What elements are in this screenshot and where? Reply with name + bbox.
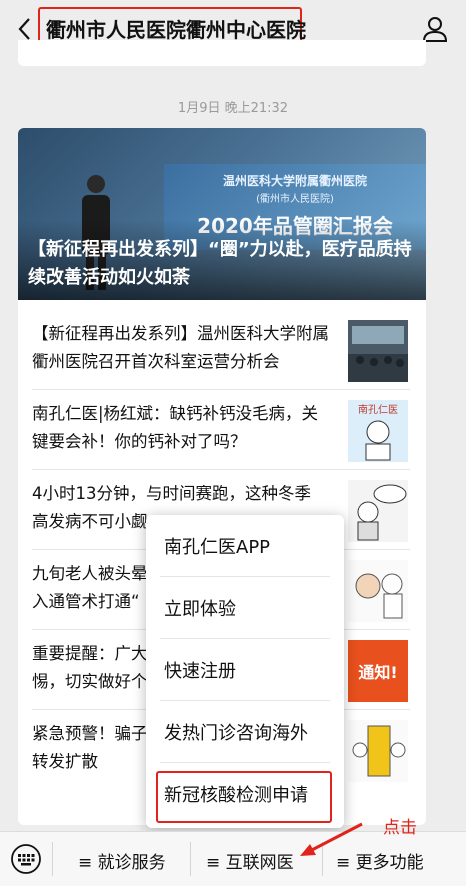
menu-item-label: 快速注册 — [164, 661, 236, 682]
menu-item-fever-clinic[interactable]: 发热门诊咨询海外 — [146, 701, 344, 763]
article-title-line: 键要会补！你的钙补对了吗？ — [32, 432, 247, 451]
article-item[interactable]: 【新征程再出发系列】温州医科大学附属 衢州医院召开首次科室运营分析会 — [18, 310, 426, 390]
menu-item-label: 南孔仁医APP — [164, 537, 271, 558]
tab-divider — [190, 842, 191, 876]
screen-line-2: (衢州市人民医院) — [256, 194, 334, 205]
cartoon-thumbnail — [348, 480, 408, 542]
keyboard-icon[interactable] — [10, 843, 42, 875]
menu-item-label: 发热门诊咨询海外 — [164, 723, 308, 744]
article-title-line: 4小时13分钟，与时间赛跑，这种冬季 — [32, 484, 311, 503]
bottom-menu-bar: ≡ 就诊服务 ≡ 互联网医 ≡ 更多功能 — [0, 831, 466, 886]
menu-item-app[interactable]: 南孔仁医APP — [146, 515, 344, 577]
hero-title: 【新征程再出发系列】“圈”力以赴，医疗品质持续改善活动如火如荼 — [28, 239, 412, 288]
thumb-label: 南孔仁医 — [358, 403, 398, 416]
article-title-line: 南孔仁医|杨红斌：缺钙补钙没毛病，关 — [32, 404, 319, 423]
click-annotation-label: 点击 — [383, 818, 417, 838]
tab-internet-hospital[interactable]: ≡ 互联网医 — [206, 848, 294, 873]
previous-card-edge — [18, 40, 426, 66]
tab-medical-services[interactable]: ≡ 就诊服务 — [78, 848, 166, 873]
hero-article[interactable]: 温州医科大学附属衢州医院 (衢州市人民医院) 2020年品管圈汇报会 【新征程再… — [18, 128, 426, 300]
menu-item-try-now[interactable]: 立即体验 — [146, 577, 344, 639]
dizzy-elder-thumbnail — [348, 560, 408, 622]
tab-divider — [52, 842, 53, 876]
article-item[interactable]: 南孔仁医|杨红斌：缺钙补钙没毛病，关 键要会补！你的钙补对了吗？ 南孔仁医 — [18, 390, 426, 470]
scam-warning-thumbnail — [348, 720, 408, 782]
cartoon-doctor-thumbnail: 南孔仁医 — [348, 400, 408, 462]
article-title-line: 衢州医院召开首次科室运营分析会 — [32, 352, 280, 371]
article-title-line: 【新征程再出发系列】温州医科大学附属 — [32, 324, 329, 343]
meeting-photo-thumbnail — [348, 320, 408, 382]
notice-thumbnail: 通知! — [348, 640, 408, 702]
red-arrow-icon — [300, 822, 363, 856]
covid-test-highlight-box — [156, 771, 332, 823]
page-title: 衢州市人民医院衢州中心医院 — [46, 18, 306, 42]
thumb-label: 通知! — [358, 663, 397, 682]
screen-line-1: 温州医科大学附属衢州医院 — [222, 174, 367, 188]
message-timestamp: 1月9日 晚上21:32 — [177, 101, 289, 116]
menu-item-label: 立即体验 — [164, 599, 236, 620]
menu-item-quick-register[interactable]: 快速注册 — [146, 639, 344, 701]
